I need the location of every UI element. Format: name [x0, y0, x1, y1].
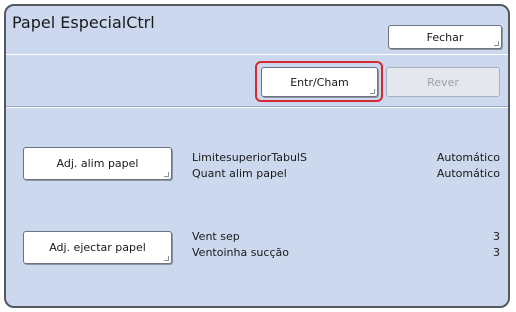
page-title: Papel EspecialCtrl [12, 13, 155, 32]
adjust-feed-paper-button[interactable]: Adj. alim papel [23, 147, 172, 180]
separation-fan-value: 3 [493, 230, 500, 243]
feed-quantity-value: Automático [436, 167, 500, 180]
corner-grip-icon [494, 41, 499, 46]
suction-fan-value: 3 [493, 246, 500, 259]
suction-fan-label: Ventoinha sucção [192, 246, 289, 259]
adjust-eject-paper-button[interactable]: Adj. ejectar papel [23, 231, 172, 264]
upper-limit-value: Automático [436, 151, 500, 164]
corner-grip-icon [164, 172, 169, 177]
review-button[interactable]: Rever [386, 67, 500, 97]
adjust-eject-paper-button-label: Adj. ejectar papel [49, 241, 146, 254]
corner-grip-icon [164, 256, 169, 261]
enter-call-button-label: Entr/Cham [290, 75, 349, 89]
enter-call-button[interactable]: Entr/Cham [261, 67, 378, 97]
header-divider [6, 54, 508, 55]
close-button-label: Fechar [426, 30, 464, 44]
close-button[interactable]: Fechar [388, 25, 502, 49]
upper-limit-label: LimitesuperiorTabulS [192, 151, 307, 164]
review-button-label: Rever [427, 75, 459, 89]
feed-quantity-label: Quant alim papel [192, 167, 287, 180]
special-paper-control-panel: Papel EspecialCtrl Fechar Entr/Cham Reve… [4, 4, 510, 308]
toolbar-divider-highlight [6, 107, 508, 108]
separation-fan-label: Vent sep [192, 230, 240, 243]
corner-grip-icon [370, 89, 375, 94]
adjust-feed-paper-button-label: Adj. alim papel [56, 157, 139, 170]
